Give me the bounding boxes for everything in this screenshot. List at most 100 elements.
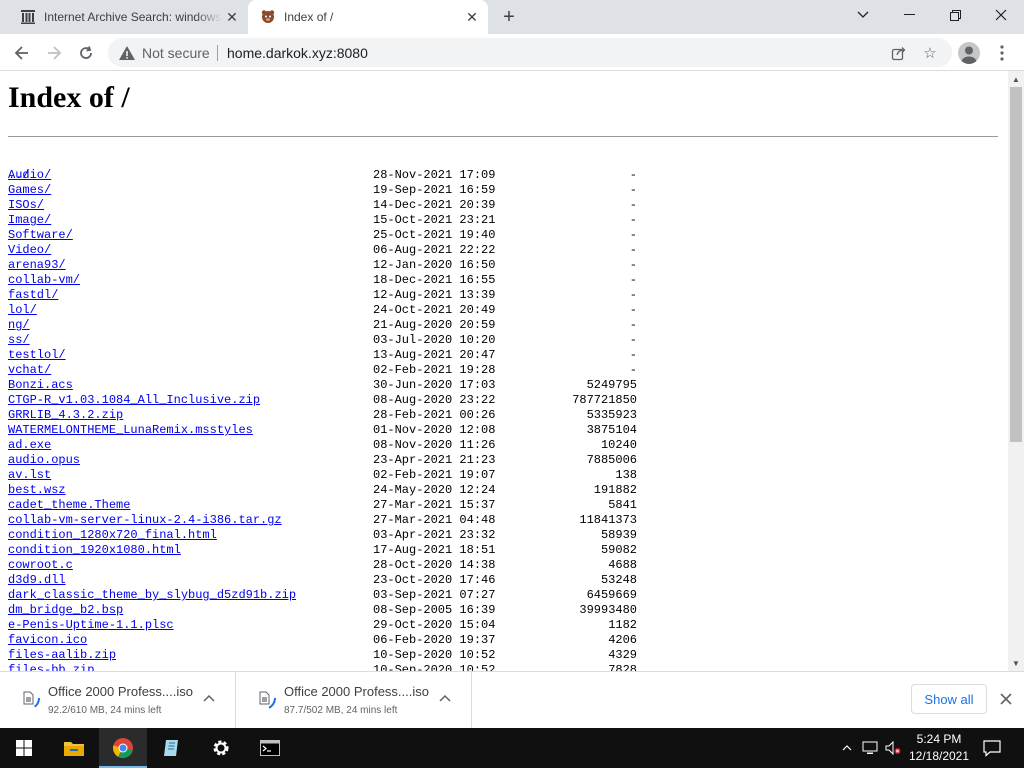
file-size: - [629,363,637,377]
file-link[interactable]: Video/ [8,243,51,258]
settings-gear-icon[interactable] [197,728,245,768]
download-item[interactable]: Office 2000 Profess....iso 92.2/610 MB, … [0,672,236,728]
file-link[interactable]: ss/ [8,333,30,348]
notification-center-icon[interactable] [982,738,1002,758]
file-link[interactable]: GRRLIB_4.3.2.zip [8,408,123,423]
file-date: 10-Sep-2020 10:52 [373,663,496,671]
bookmark-star-icon[interactable]: ☆ [921,44,939,62]
file-link[interactable]: e-Penis-Uptime-1.1.plsc [8,618,174,633]
file-link[interactable]: Games/ [8,183,51,198]
file-link[interactable]: testlol/ [8,348,66,363]
network-icon[interactable] [860,728,880,768]
tab-internet-archive[interactable]: Internet Archive Search: windows ✕ [8,0,248,34]
file-link[interactable]: lol/ [8,303,37,318]
chevron-up-icon[interactable] [201,690,217,706]
file-date: 02-Feb-2021 19:28 [373,363,496,377]
file-link[interactable]: Bonzi.acs [8,378,73,393]
file-link[interactable]: condition_1920x1080.html [8,543,181,558]
chevron-up-icon[interactable] [838,728,856,768]
file-link[interactable]: best.wsz [8,483,66,498]
file-size: 4688 [608,558,637,572]
file-link[interactable]: audio.opus [8,453,80,468]
file-size: - [629,273,637,287]
file-link[interactable]: files-bb.zip [8,663,94,671]
file-link[interactable]: d3d9.dll [8,573,66,588]
file-link[interactable]: dm_bridge_b2.bsp [8,603,123,618]
file-date: 23-Apr-2021 21:23 [373,453,496,467]
file-size: 7828 [608,663,637,671]
system-clock[interactable]: 5:24 PM 12/18/2021 [904,731,974,765]
notepad-icon[interactable] [148,728,196,768]
file-explorer-icon[interactable] [50,728,98,768]
file-size: 138 [615,468,637,482]
back-button[interactable] [8,39,36,67]
file-link[interactable]: favicon.ico [8,633,87,648]
tab-title: Internet Archive Search: windows [44,10,222,24]
file-size: 4329 [608,648,637,662]
restore-icon[interactable] [932,0,978,30]
divider [8,136,998,137]
security-label[interactable]: Not secure [142,45,210,61]
close-tab-icon[interactable]: ✕ [462,7,482,27]
reload-button[interactable] [72,39,100,67]
volume-muted-icon[interactable] [884,728,902,768]
profile-avatar-icon[interactable] [958,42,980,64]
tab-title: Index of / [284,10,334,24]
download-shelf: Office 2000 Profess....iso 92.2/610 MB, … [0,671,1024,728]
url-text[interactable]: home.darkok.xyz:8080 [227,45,368,61]
close-shelf-icon[interactable] [996,689,1016,709]
vertical-scrollbar[interactable]: ▲ ▼ [1008,71,1024,671]
file-link[interactable]: ISOs/ [8,198,44,213]
parent-dir-row: ../ [8,153,648,182]
file-link[interactable]: files-aalib.zip [8,648,116,663]
address-bar[interactable]: Not secure home.darkok.xyz:8080 ☆ [108,38,952,67]
tab-index-of[interactable]: Index of / ✕ [248,0,488,34]
file-date: 06-Feb-2020 19:37 [373,633,496,647]
download-status: 87.7/502 MB, 24 mins left [284,705,398,716]
scrollbar-thumb[interactable] [1010,87,1022,442]
more-menu-icon[interactable] [992,42,1012,64]
file-link[interactable]: collab-vm-server-linux-2.4-i386.tar.gz [8,513,282,528]
file-link[interactable]: fastdl/ [8,288,58,303]
browser-toolbar: Not secure home.darkok.xyz:8080 ☆ [0,34,1024,71]
omnibox-divider [217,45,218,61]
file-link[interactable]: vchat/ [8,363,51,378]
file-link[interactable]: av.lst [8,468,51,483]
directory-listing: ../ Audio/28-Nov-2021 17:09- Games/19-Sep… [8,153,648,671]
scroll-down-arrow-icon[interactable]: ▼ [1008,655,1024,671]
download-item[interactable]: Office 2000 Profess....iso 87.7/502 MB, … [236,672,472,728]
chrome-icon[interactable] [99,728,147,768]
forward-button[interactable] [40,39,68,67]
tab-search-icon[interactable] [840,0,886,30]
list-item: cowroot.c 28-Oct-2020 14:38 4688 [8,558,648,573]
chevron-up-icon[interactable] [437,690,453,706]
file-size: - [629,198,637,212]
file-link[interactable]: cadet_theme.Theme [8,498,130,513]
file-link[interactable]: cowroot.c [8,558,73,573]
file-link[interactable]: condition_1280x720_final.html [8,528,217,543]
file-date: 27-Mar-2021 04:48 [373,513,496,527]
list-item: condition_1920x1080.html 17-Aug-2021 18:5… [8,543,648,558]
list-item: files-bb.zip 10-Sep-2020 10:52 7828 [8,663,648,671]
file-link[interactable]: arena93/ [8,258,66,273]
file-link[interactable]: Software/ [8,228,73,243]
file-link[interactable]: WATERMELONTHEME_LunaRemix.msstyles [8,423,253,438]
file-link[interactable]: CTGP-R_v1.03.1084_All_Inclusive.zip [8,393,260,408]
new-tab-button[interactable]: + [497,5,521,29]
minimize-icon[interactable] [886,0,932,30]
file-link[interactable]: ad.exe [8,438,51,453]
close-tab-icon[interactable]: ✕ [222,7,242,27]
file-link[interactable]: Image/ [8,213,51,228]
download-status: 92.2/610 MB, 24 mins left [48,705,162,716]
close-window-icon[interactable] [978,0,1024,30]
show-all-button[interactable]: Show all [911,684,987,714]
start-button[interactable] [0,728,48,768]
file-link[interactable]: Audio/ [8,168,51,183]
file-link[interactable]: ng/ [8,318,30,333]
share-icon[interactable] [889,44,907,62]
file-link[interactable]: collab-vm/ [8,273,80,288]
scroll-up-arrow-icon[interactable]: ▲ [1008,71,1024,87]
file-link[interactable]: dark_classic_theme_by_slybug_d5zd91b.zip [8,588,296,603]
command-prompt-icon[interactable] [246,728,294,768]
warning-icon[interactable] [118,44,136,62]
